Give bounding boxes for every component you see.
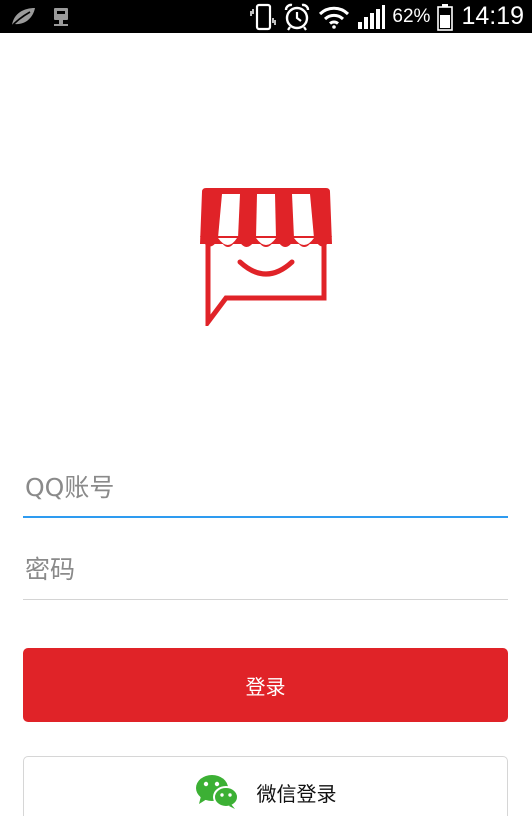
wechat-icon [195,775,239,809]
qq-account-field-group [23,458,508,518]
qq-account-input[interactable] [23,458,508,516]
status-clock: 14:19 [461,2,524,30]
status-bar: 62% 14:19 [0,0,532,33]
wechat-login-button[interactable]: 微信登录 [23,756,508,816]
alarm-icon [285,3,310,31]
status-bar-notifications [8,5,84,29]
wifi-icon [319,6,350,29]
login-button-label: 登录 [245,674,286,699]
vibrate-icon [250,3,277,30]
battery-percentage: 62% [392,5,431,27]
app-notification-icon [54,7,68,26]
password-input[interactable] [23,540,508,599]
login-screen: 62% 14:19 登录 [0,0,532,816]
wechat-login-label: 微信登录 [256,781,337,806]
login-button[interactable]: 登录 [23,648,508,722]
status-bar-system: 62% 14:19 [243,2,524,31]
password-field-group [23,540,508,600]
shop-awning-logo-icon [200,188,332,326]
leaf-notification-icon [10,7,35,28]
signal-icon [358,4,386,29]
battery-icon [437,3,454,31]
